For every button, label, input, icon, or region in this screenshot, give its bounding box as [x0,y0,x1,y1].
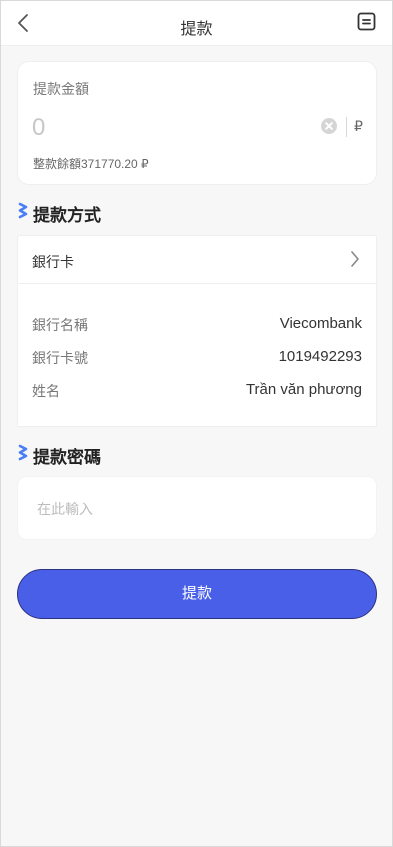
bank-name-row: 銀行名稱 Viecombank [32,315,362,335]
holder-name-value: Trần văn phương [245,381,362,398]
amount-label: 提款金額 [33,81,89,97]
divider [346,117,347,137]
password-input[interactable] [37,499,357,519]
document-icon [357,12,376,31]
section-marker-icon [18,444,28,461]
holder-name-label: 姓名 [32,383,60,399]
card-number-row: 銀行卡號 1019492293 [32,348,362,368]
method-selector[interactable]: 銀行卡 [18,236,376,284]
currency-symbol: ₽ [354,118,363,134]
password-card [17,476,377,540]
clear-icon[interactable] [321,118,337,134]
withdraw-submit-button[interactable]: 提款 [17,569,377,619]
page-title: 提款 [180,21,213,38]
bank-name-value: Viecombank [279,315,362,332]
top-nav-bar: 提款 [0,0,393,46]
method-selected-label: 銀行卡 [32,254,74,270]
withdraw-amount-card: 提款金額 ₽ 整款餘額371770.20 ₽ [17,61,377,185]
bank-name-label: 銀行名稱 [32,317,88,333]
chevron-right-icon [351,251,359,267]
section-heading: 提款方式 [33,206,101,225]
amount-input[interactable] [32,112,302,144]
holder-name-row: 姓名 Trần văn phương [32,381,362,401]
withdraw-records-button[interactable] [357,12,376,31]
card-number-label: 銀行卡號 [32,350,88,366]
card-number-value: 1019492293 [278,348,362,365]
available-balance: 整款餘額371770.20 ₽ [33,157,149,171]
section-heading: 提款密碼 [33,448,101,467]
withdraw-method-card: 銀行卡 銀行名稱 Viecombank 銀行卡號 1019492293 姓名 T… [17,235,377,427]
section-marker-icon [18,202,28,219]
